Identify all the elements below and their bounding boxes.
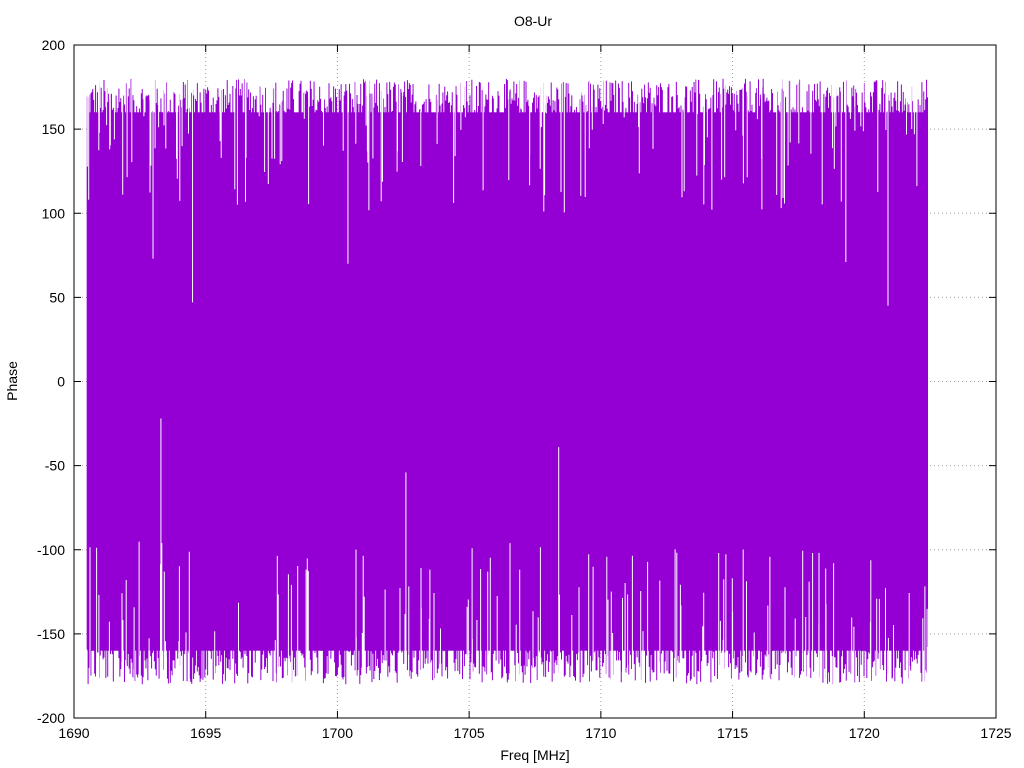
x-tick-label: 1715	[717, 725, 748, 741]
phase-chart: 1690 1695 1700 1705 1710 1715 1720 1725 -200 -150…	[4, 13, 1012, 763]
x-tick-label: 1690	[58, 725, 89, 741]
x-tick-label: 1710	[585, 725, 616, 741]
y-tick-label: 50	[49, 289, 65, 305]
y-tick-label: -50	[45, 458, 65, 474]
y-tick-label: -100	[37, 542, 65, 558]
x-tick-label: 1700	[322, 725, 353, 741]
x-tick-label: 1720	[849, 725, 880, 741]
phase-series-line	[86, 78, 929, 685]
y-tick-label: 200	[42, 37, 66, 53]
y-axis-title: Phase	[4, 361, 20, 401]
x-tick-label: 1695	[190, 725, 221, 741]
chart-title: O8-Ur	[514, 13, 552, 29]
x-tick-label: 1705	[454, 725, 485, 741]
y-tick-label: -200	[37, 710, 65, 726]
y-tick-label: 150	[42, 121, 66, 137]
y-tick-label: -150	[37, 626, 65, 642]
x-tick-label: 1725	[980, 725, 1011, 741]
x-axis-title: Freq [MHz]	[500, 747, 569, 763]
phase-series	[86, 78, 929, 685]
y-tick-label: 0	[57, 374, 65, 390]
y-tick-label: 100	[42, 205, 66, 221]
